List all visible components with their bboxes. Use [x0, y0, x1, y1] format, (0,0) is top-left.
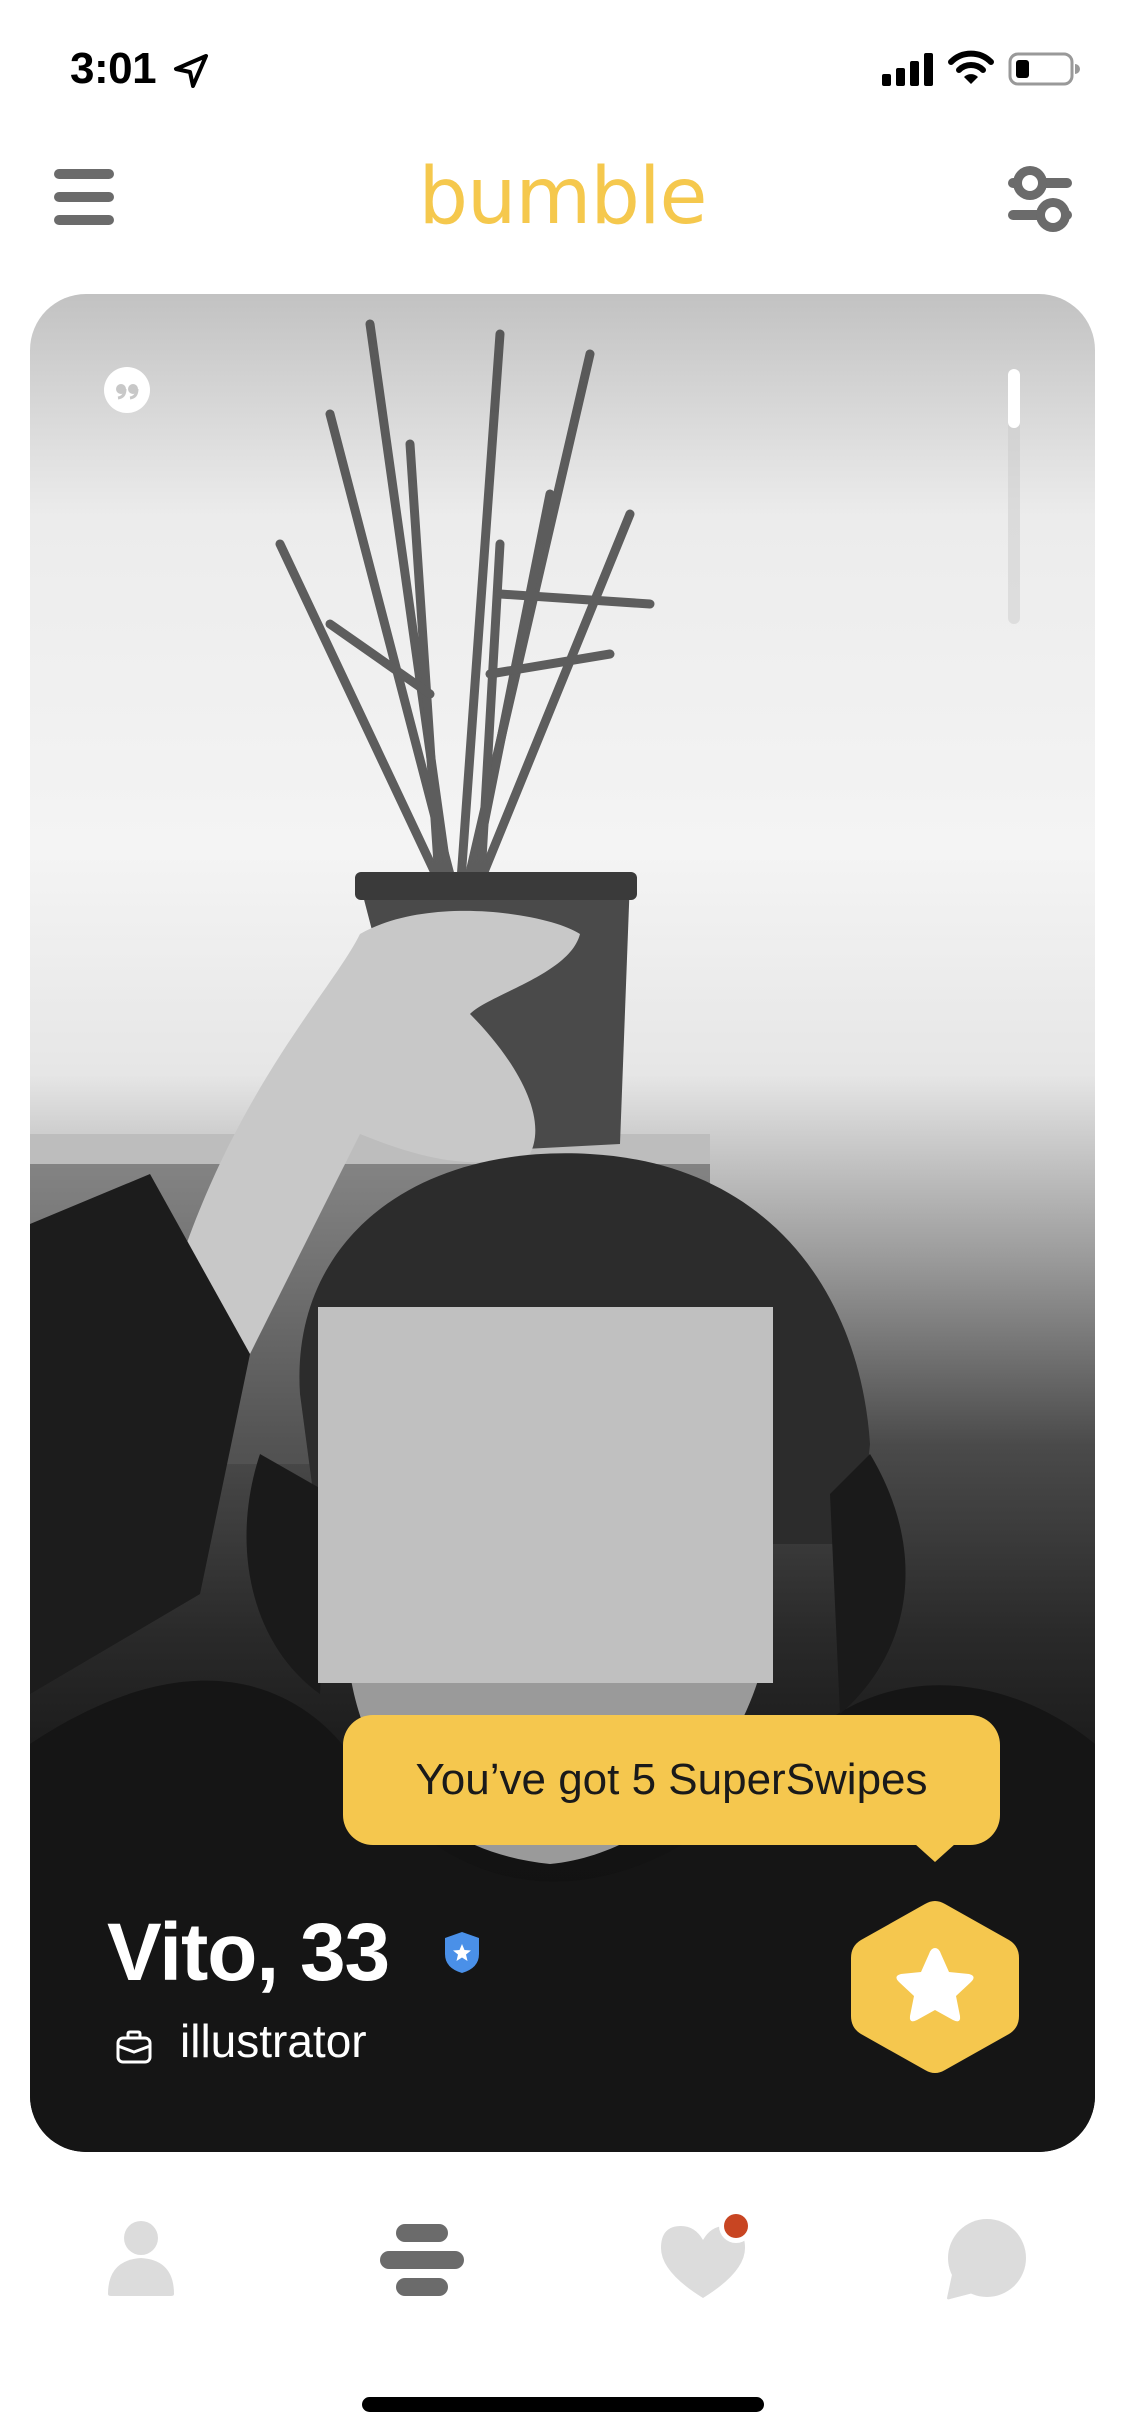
location-arrow-icon	[174, 54, 208, 88]
quote-icon	[116, 384, 139, 400]
censor-box	[318, 1307, 773, 1683]
nav-profile-person-icon[interactable]	[91, 2210, 191, 2310]
bumble-logo: bumble	[418, 152, 707, 242]
superswipe-button[interactable]	[849, 1898, 1021, 2076]
nav-chats-bubble-icon[interactable]	[935, 2210, 1035, 2310]
tooltip-text: You’ve got 5 SuperSwipes	[415, 1755, 928, 1804]
photo-progress-track	[1008, 369, 1020, 624]
nav-likes-heart-icon[interactable]	[653, 2210, 753, 2310]
tooltip-arrow	[915, 1844, 955, 1862]
superswipes-tooltip: You’ve got 5 SuperSwipes	[343, 1715, 1000, 1845]
photo-progress-thumb	[1008, 369, 1020, 428]
profile-card[interactable]: You’ve got 5 SuperSwipes Vito, 33 illust…	[30, 294, 1095, 2152]
profile-job: illustrator	[180, 2015, 367, 2067]
nav-discover-hive-icon[interactable]	[371, 2210, 471, 2310]
verified-badge-icon[interactable]	[443, 1930, 481, 1974]
notification-badge	[724, 2214, 748, 2238]
profile-name-age: Vito, 33	[107, 1907, 390, 1998]
home-indicator[interactable]	[362, 2397, 764, 2412]
filter-sliders-icon[interactable]	[1002, 160, 1078, 236]
status-time: 3:01	[70, 44, 157, 93]
battery-low-icon	[1008, 52, 1080, 86]
wifi-icon	[948, 50, 994, 84]
quote-icon-button[interactable]	[104, 367, 150, 413]
profile-photo	[30, 319, 1095, 2152]
briefcase-icon	[116, 2030, 152, 2064]
cellular-signal-icon	[882, 53, 933, 86]
